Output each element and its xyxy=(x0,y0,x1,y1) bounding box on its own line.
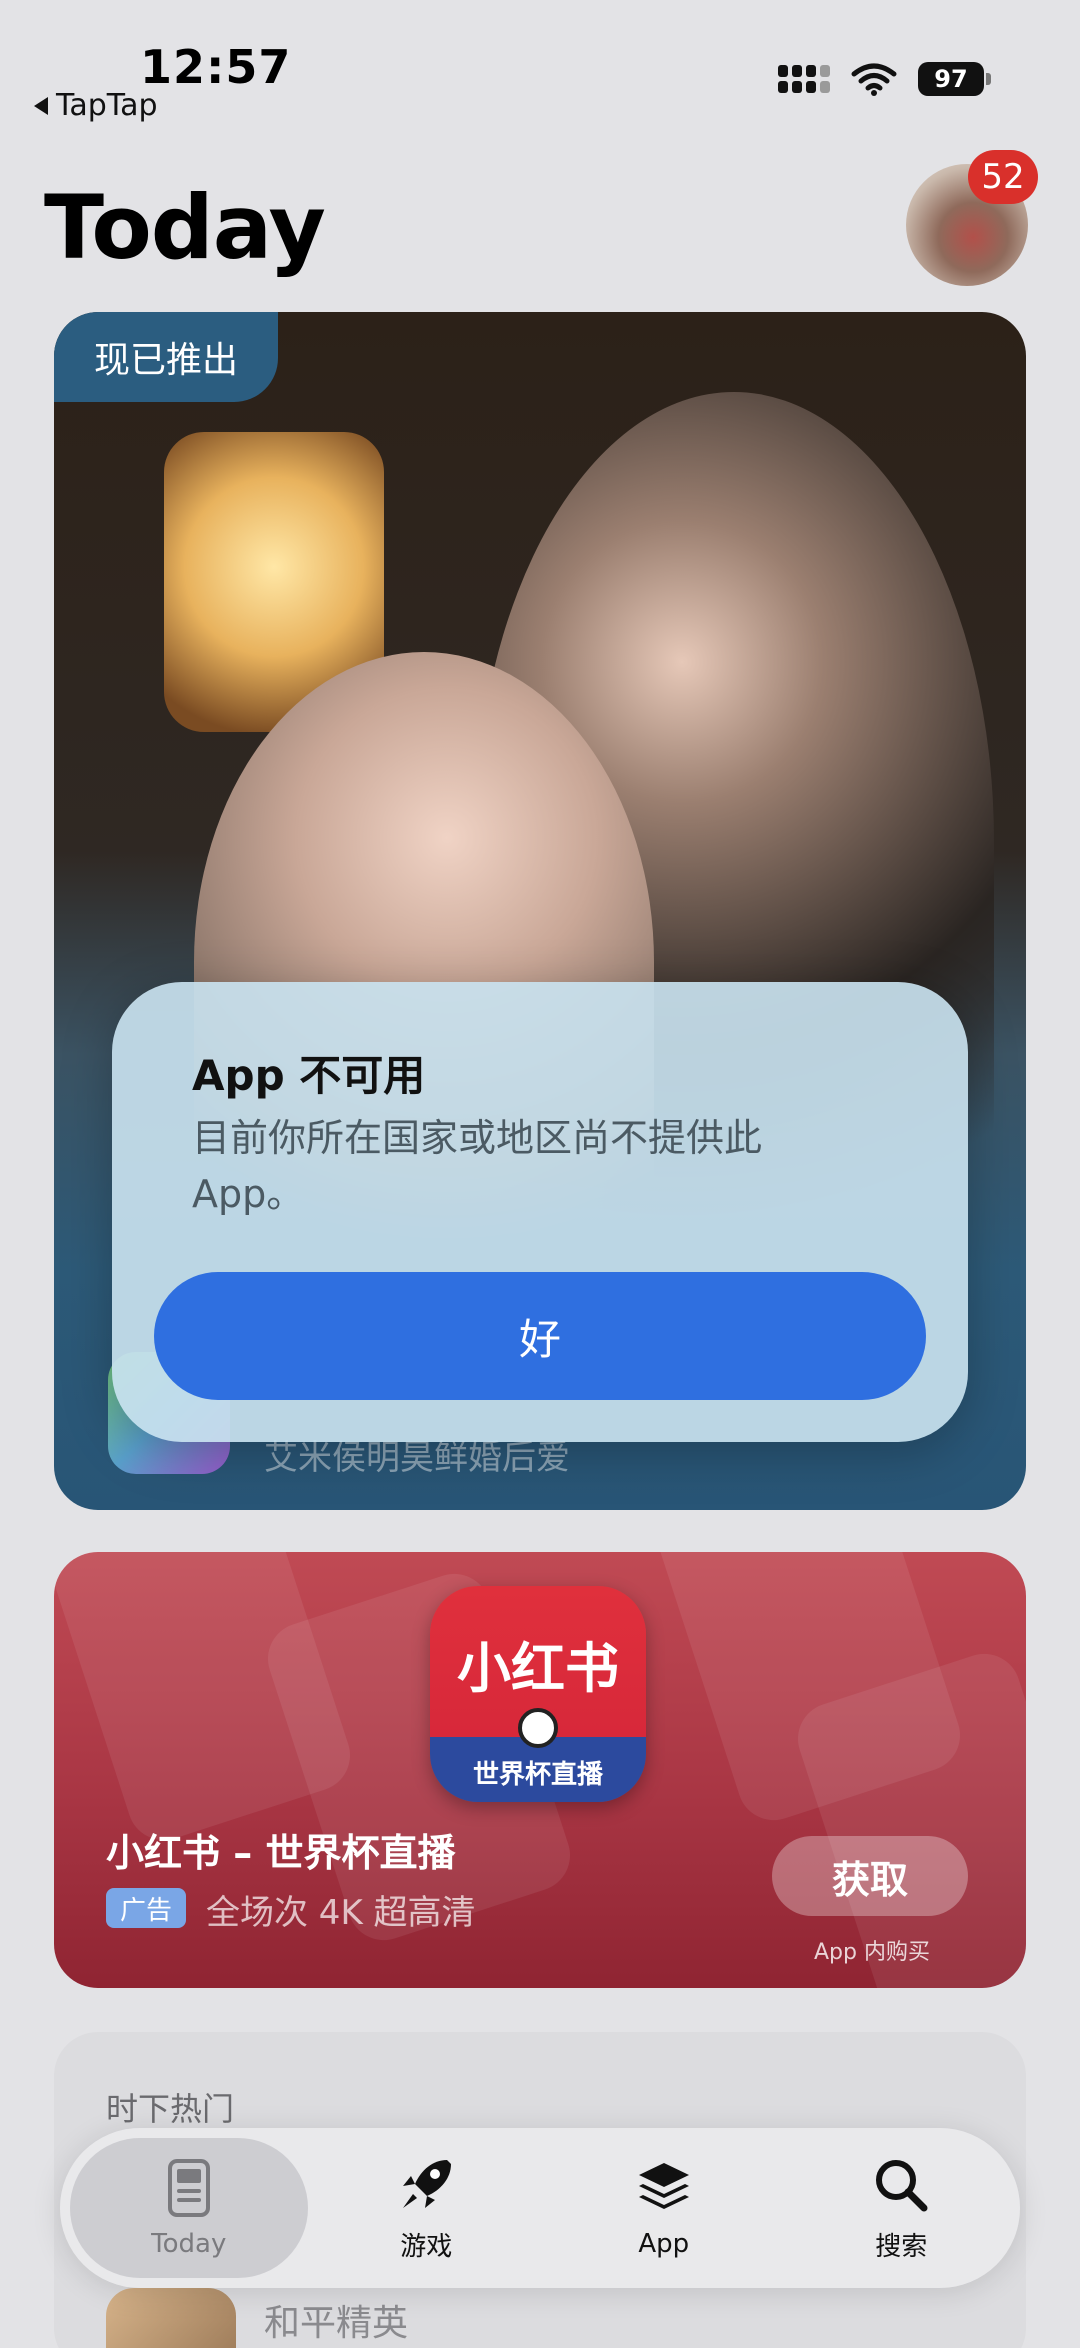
battery-level: 97 xyxy=(934,65,968,93)
alert-ok-button[interactable]: 好 xyxy=(154,1272,926,1400)
back-link-label: TapTap xyxy=(56,88,158,123)
trending-header: 时下热门 xyxy=(106,2090,235,2128)
ad-card[interactable]: 小红书 世界杯直播 小红书 – 世界杯直播 广告 全场次 4K 超高清 获取 A… xyxy=(54,1552,1026,1988)
tab-apps[interactable]: App xyxy=(545,2138,783,2278)
trending-app-icon xyxy=(106,2288,236,2348)
layers-icon xyxy=(638,2163,689,2209)
page-title: Today xyxy=(44,176,326,279)
back-triangle-icon xyxy=(34,96,48,115)
tab-games[interactable]: 游戏 xyxy=(308,2138,546,2278)
tab-apps-label: App xyxy=(638,2229,690,2259)
signal-icon xyxy=(778,65,830,93)
app-icon-brand: 小红书 xyxy=(457,1637,619,1700)
alert-message: 目前你所在国家或地区尚不提供此 App。 xyxy=(192,1116,763,1216)
wifi-icon xyxy=(851,63,897,96)
battery-icon: 97 xyxy=(918,62,991,96)
trending-app-name: 和平精英 xyxy=(264,2303,409,2344)
back-to-app-link[interactable]: TapTap xyxy=(34,88,158,123)
app-store-today-screen: 12:57 TapTap 97 Today 52 现已推出 艾米侯明昊鲜婚后爱 xyxy=(0,0,1080,2348)
alert-title: App 不可用 xyxy=(192,1051,426,1100)
app-icon-subtitle: 世界杯直播 xyxy=(472,1760,603,1790)
status-time: 12:57 xyxy=(140,40,292,94)
today-icon xyxy=(167,2159,210,2217)
search-icon xyxy=(876,2159,928,2211)
tab-today[interactable]: Today xyxy=(70,2138,308,2278)
tab-today-label: Today xyxy=(151,2229,227,2259)
ad-app-name: 小红书 – 世界杯直播 xyxy=(106,1831,456,1875)
football-icon xyxy=(518,1708,558,1748)
tab-search-label: 搜索 xyxy=(875,2231,928,2262)
in-app-purchase-note: App 内购买 xyxy=(814,1940,930,1965)
tab-search[interactable]: 搜索 xyxy=(783,2138,1021,2278)
feature-tag: 现已推出 xyxy=(54,312,279,402)
tab-games-label: 游戏 xyxy=(400,2231,453,2262)
rocket-icon xyxy=(403,2159,452,2208)
xiaohongshu-app-icon[interactable]: 小红书 世界杯直播 xyxy=(430,1586,646,1802)
get-button[interactable]: 获取 xyxy=(772,1836,968,1916)
app-unavailable-alert: App 不可用 目前你所在国家或地区尚不提供此 App。 好 xyxy=(112,982,968,1442)
notification-badge: 52 xyxy=(968,150,1038,204)
status-icons: 97 xyxy=(778,62,991,96)
tab-bar: Today 游戏 App 搜索 xyxy=(60,2128,1020,2288)
ad-badge: 广告 xyxy=(106,1888,187,1928)
ad-description: 全场次 4K 超高清 xyxy=(206,1893,476,1933)
